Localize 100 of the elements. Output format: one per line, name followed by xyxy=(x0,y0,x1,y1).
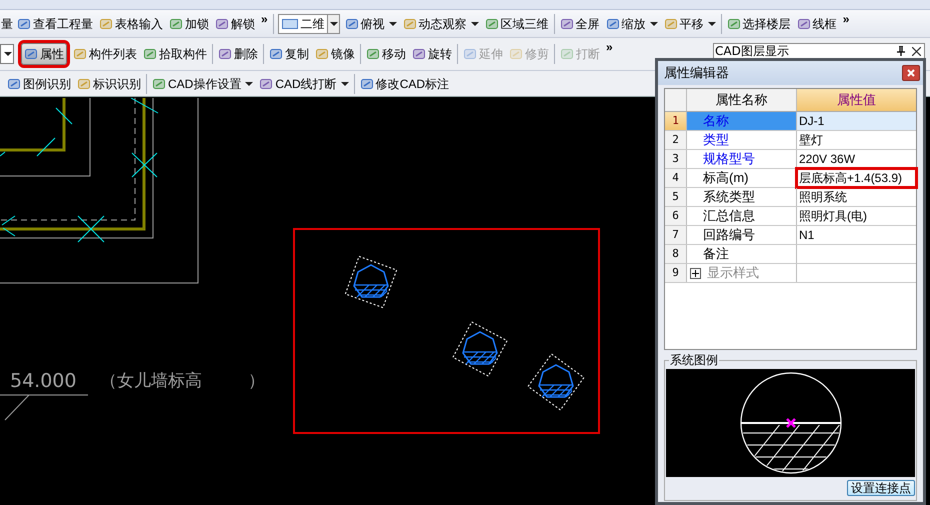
toolbar-icon xyxy=(606,16,620,30)
row-number: 4 xyxy=(665,169,687,187)
toolbar-button[interactable]: 标识识别 xyxy=(74,72,144,94)
window-title: 属性编辑器 xyxy=(664,64,729,82)
toolbar-button[interactable]: 删除 xyxy=(215,43,261,65)
column-header: 属性名称 xyxy=(687,89,797,111)
close-button[interactable] xyxy=(902,65,920,81)
toolbar-icon xyxy=(218,47,232,61)
row-number: 9 xyxy=(665,264,687,282)
row-number: 1 xyxy=(665,112,687,130)
toolbar-button[interactable]: 图例识别 xyxy=(4,72,74,94)
property-name: 汇总信息 xyxy=(687,207,797,225)
toolbar-icon xyxy=(560,47,574,61)
toolbar-button[interactable]: 修改CAD标注 xyxy=(356,72,452,94)
rectangle-icon xyxy=(282,18,298,28)
toolbar-icon xyxy=(315,47,329,61)
property-name: 备注 xyxy=(687,245,797,263)
toolbar-button[interactable]: 复制 xyxy=(266,43,312,65)
toolbar-button[interactable]: 区域三维 xyxy=(482,12,552,34)
toolbar-label: 量 xyxy=(0,16,14,32)
toolbar-icon xyxy=(796,16,811,30)
property-name: 类型 xyxy=(687,131,797,149)
toolbar-button[interactable]: 查看工程量 xyxy=(14,12,96,34)
property-value[interactable]: N1 xyxy=(797,226,916,244)
toolbar-icon xyxy=(259,76,274,90)
toolbar-icon xyxy=(77,76,91,90)
toolbar-icon xyxy=(366,47,380,61)
view-mode-dropdown[interactable]: 二维 xyxy=(278,14,340,34)
toolbar-icon xyxy=(269,47,283,61)
toolbar-icon xyxy=(143,47,157,61)
toolbar-icon xyxy=(169,16,183,30)
panel-title: CAD图层显示 xyxy=(714,45,790,57)
property-value[interactable]: 壁灯 xyxy=(797,131,916,149)
toolbar-button[interactable]: 解锁 xyxy=(212,12,258,34)
toolbar-button[interactable]: 拾取构件 xyxy=(140,43,210,65)
overflow-button[interactable]: » xyxy=(840,13,852,25)
close-icon xyxy=(907,69,915,77)
property-group-name: 显示样式 xyxy=(707,264,759,282)
group-label: 系统图例 xyxy=(669,353,719,367)
expand-button[interactable] xyxy=(690,268,701,278)
toolbar-icon xyxy=(560,16,574,30)
table-corner xyxy=(665,89,687,111)
overflow-button[interactable]: » xyxy=(603,41,616,53)
property-name: 规格型号 xyxy=(687,150,797,168)
toolbar-icon xyxy=(726,16,741,30)
wall-label: （女儿墙标高 xyxy=(100,371,202,391)
toolbar-icon xyxy=(463,47,477,61)
bracket-label: ） xyxy=(248,371,265,391)
toolbar-icon xyxy=(360,76,374,90)
property-value[interactable]: 照明灯具(电) xyxy=(797,207,916,225)
property-value[interactable]: DJ-1 xyxy=(797,112,916,130)
toolbar-icon xyxy=(7,76,21,90)
property-name: 名称 xyxy=(687,112,797,130)
toolbar-button[interactable]: 表格输入 xyxy=(96,12,166,34)
light-symbol xyxy=(527,353,585,411)
row-number: 3 xyxy=(665,150,687,168)
toolbar-button[interactable]: 移动 xyxy=(363,43,409,65)
pin-icon[interactable] xyxy=(894,44,908,58)
toolbar-icon xyxy=(344,16,359,30)
column-header: 属性值 xyxy=(797,89,916,111)
toolbar-icon xyxy=(24,47,38,61)
toolbar-button[interactable]: CAD线打断 xyxy=(256,72,352,94)
property-value[interactable]: 层底标高+1.4(53.9) xyxy=(797,169,916,187)
light-symbol xyxy=(452,321,508,377)
toolbar-button[interactable]: 属性 xyxy=(21,43,67,65)
toolbar-button[interactable]: 俯视 xyxy=(342,12,400,34)
toolbar-button[interactable]: 构件列表 xyxy=(70,43,140,65)
toolbar-button[interactable]: 动态观察 xyxy=(400,12,482,34)
property-name: 标高(m) xyxy=(687,169,797,187)
property-value[interactable]: 220V 36W xyxy=(797,150,916,168)
toolbar-button[interactable]: 全屏 xyxy=(556,12,603,34)
row-number: 7 xyxy=(665,226,687,244)
toolbar-button[interactable]: 平移 xyxy=(660,12,719,34)
toolbar-icon xyxy=(509,47,523,61)
row-number: 6 xyxy=(665,207,687,225)
row-number: 5 xyxy=(665,188,687,206)
overflow-button[interactable]: » xyxy=(258,13,271,25)
elevation-label: 54.000 xyxy=(10,370,76,392)
toolbar-icon xyxy=(17,16,31,30)
row-number: 2 xyxy=(665,131,687,149)
property-name: 系统类型 xyxy=(687,188,797,206)
toolbar-button[interactable]: 镜像 xyxy=(312,43,358,65)
toolbar-button[interactable]: CAD操作设置 xyxy=(149,72,256,94)
row-number: 8 xyxy=(665,245,687,263)
toolbar-icon xyxy=(664,16,678,30)
toolbar-icon xyxy=(484,16,499,30)
toolbar-button[interactable]: 线框 xyxy=(794,12,840,34)
toolbar-button[interactable]: 选择楼层 xyxy=(724,12,794,34)
toolbar-button[interactable]: 加锁 xyxy=(166,12,212,34)
toolbar-button[interactable]: 旋转 xyxy=(409,43,455,65)
toolbar-button[interactable]: 缩放 xyxy=(602,12,661,34)
light-symbol xyxy=(344,256,398,308)
dropdown-button[interactable] xyxy=(0,44,14,64)
toolbar-icon xyxy=(152,76,166,90)
property-value[interactable]: 照明系统 xyxy=(797,188,916,206)
toolbar-icon xyxy=(412,47,426,61)
toolbar-icon xyxy=(99,16,113,30)
set-connection-point-button[interactable]: 设置连接点 xyxy=(847,480,915,496)
property-name: 回路编号 xyxy=(687,226,797,244)
toolbar-icon xyxy=(215,16,229,30)
